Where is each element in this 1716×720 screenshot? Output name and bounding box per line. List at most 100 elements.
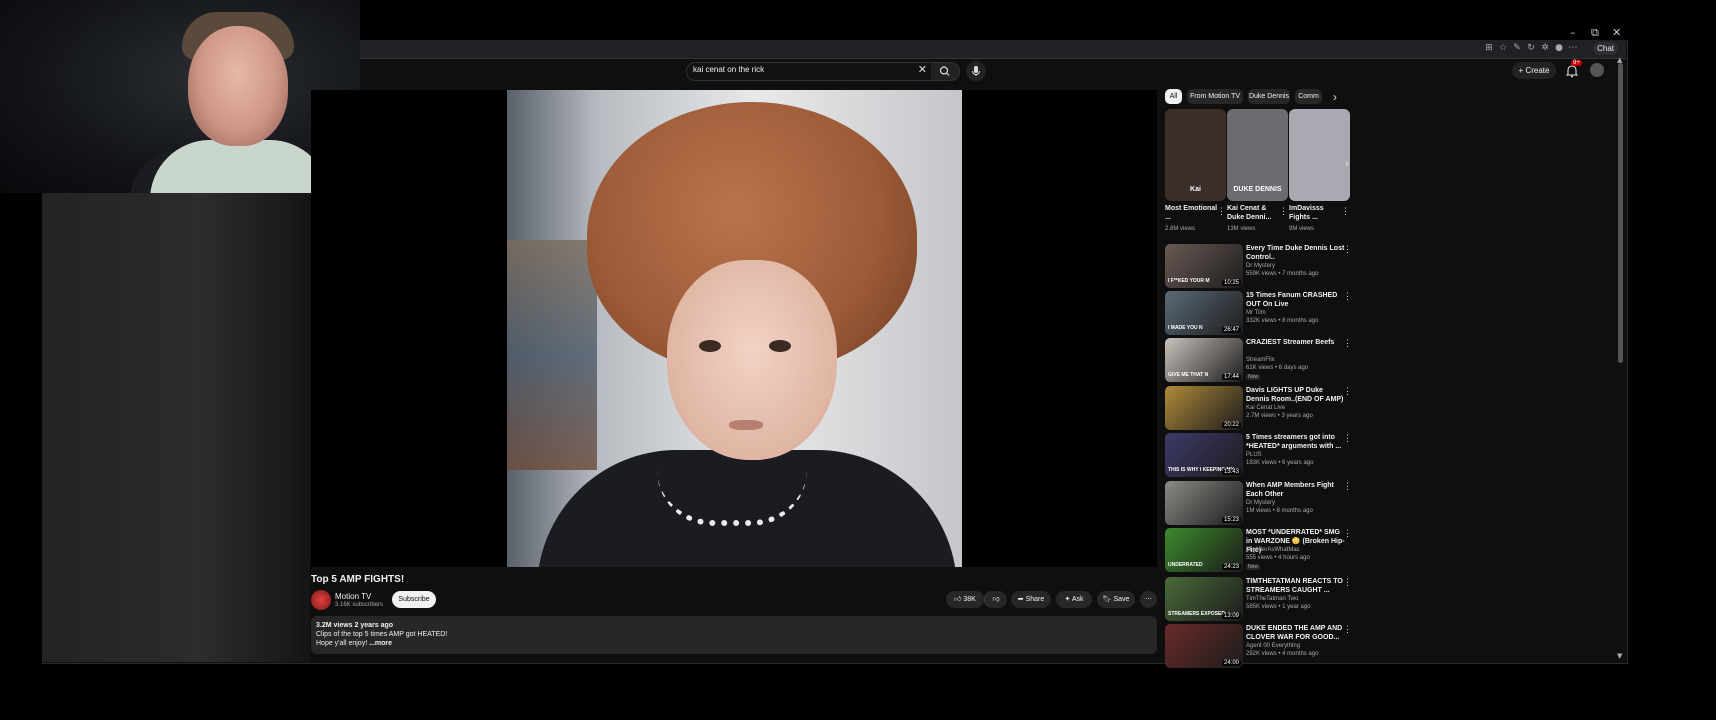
chevron-right-icon[interactable]: ›	[1333, 90, 1337, 104]
video-duration: 13:43	[1221, 469, 1241, 475]
restore-button[interactable]: ⧉	[1591, 26, 1599, 40]
voice-search-button[interactable]	[966, 61, 986, 81]
video-thumbnail[interactable]: I F**KED YOUR M 10:25	[1165, 244, 1243, 288]
save-button[interactable]: 🔖︎ Save	[1097, 591, 1135, 608]
short-title[interactable]: Most Emotional ...	[1165, 204, 1221, 222]
scroll-up-arrow[interactable]: ▲	[1617, 56, 1622, 64]
thumbnail-text: I MADE YOU N	[1168, 325, 1203, 331]
more-vert-icon[interactable]: ⋮	[1217, 206, 1226, 217]
channel-name[interactable]: MightierAsWhatMac	[1246, 547, 1300, 553]
video-thumbnail[interactable]: STREAMERS EXPOSED 13:09	[1165, 577, 1243, 621]
more-vert-icon[interactable]: ⋮	[1343, 481, 1352, 492]
more-link[interactable]: ...more	[369, 640, 392, 647]
recommended-video[interactable]: THIS IS WHY I KEEPING MY 13:43 5 Times s…	[1165, 433, 1357, 477]
account-avatar[interactable]	[1590, 63, 1604, 77]
chip-all[interactable]: All	[1165, 89, 1182, 104]
dislike-icon: 👎︎	[992, 596, 1000, 603]
video-title[interactable]: Davis LIGHTS UP Duke Dennis Room..(END O…	[1246, 386, 1346, 404]
chevron-right-icon[interactable]: ›	[1345, 156, 1349, 170]
clear-search-icon[interactable]: ✕	[918, 63, 927, 76]
recommended-video[interactable]: STREAMERS EXPOSED 13:09 TIMTHETATMAN REA…	[1165, 577, 1357, 621]
subscribe-button[interactable]: Subscribe	[392, 591, 436, 608]
channel-name[interactable]: PLUS	[1246, 452, 1262, 458]
search-input[interactable]: kai cenat on the rick ✕	[686, 62, 932, 81]
channel-avatar[interactable]	[311, 590, 331, 610]
video-title[interactable]: 5 Times streamers got into *HEATED* argu…	[1246, 433, 1346, 451]
channel-name[interactable]: Kai Cenat Live	[1246, 405, 1285, 411]
short-thumbnail[interactable]	[1289, 109, 1350, 201]
recommended-video[interactable]: I MADE YOU N 26:47 15 Times Fanum CRASHE…	[1165, 291, 1357, 335]
close-window-button[interactable]: ✕	[1612, 26, 1621, 39]
more-vert-icon[interactable]: ⋮	[1343, 528, 1352, 539]
share-button[interactable]: ➦ Share	[1011, 591, 1051, 608]
video-title[interactable]: CRAZIEST Streamer Beefs	[1246, 338, 1346, 347]
video-thumbnail[interactable]: I MADE YOU N 26:47	[1165, 291, 1243, 335]
more-vert-icon[interactable]: ⋮	[1341, 206, 1350, 217]
video-title[interactable]: TIMTHETATMAN REACTS TO STREAMERS CAUGHT …	[1246, 577, 1346, 595]
search-button[interactable]	[931, 62, 960, 81]
more-vert-icon[interactable]: ⋮	[1343, 577, 1352, 588]
video-duration: 26:47	[1221, 327, 1241, 333]
more-vert-icon[interactable]: ⋮	[1343, 386, 1352, 397]
like-button[interactable]: 👍︎ 38K	[946, 591, 984, 608]
video-title[interactable]: 15 Times Fanum CRASHED OUT On Live	[1246, 291, 1346, 309]
short-title[interactable]: ImDavisss Fights ...	[1289, 204, 1345, 222]
channel-name[interactable]: StreamFlix	[1246, 357, 1275, 363]
recommended-video[interactable]: I F**KED YOUR M 10:25 Every Time Duke De…	[1165, 244, 1357, 288]
recommended-video[interactable]: 20:22 Davis LIGHTS UP Duke Dennis Room..…	[1165, 386, 1357, 430]
recommended-video[interactable]: GIVE ME THAT N 17:44 CRAZIEST Streamer B…	[1165, 338, 1357, 382]
chip-from-motion-tv[interactable]: From Motion TV	[1187, 89, 1243, 104]
video-thumbnail[interactable]: 24:00	[1165, 624, 1243, 668]
video-thumbnail[interactable]: THIS IS WHY I KEEPING MY 13:43	[1165, 433, 1243, 477]
description-views-date: 3.2M views 2 years ago	[316, 622, 394, 629]
description-more: Hope y'all enjoy! ...more	[316, 640, 392, 647]
chip-duke-dennis[interactable]: Duke Dennis	[1248, 89, 1290, 104]
short-thumbnail[interactable]: DUKE DENNIS	[1227, 109, 1288, 201]
channel-name[interactable]: Agent 00 Everything	[1246, 643, 1300, 649]
minimize-button[interactable]: –	[1570, 26, 1576, 39]
channel-name[interactable]: Motion TV	[335, 592, 371, 601]
more-vert-icon[interactable]: ⋮	[1343, 291, 1352, 302]
more-vert-icon[interactable]: ⋮	[1279, 206, 1288, 217]
short-title[interactable]: Kai Cenat & Duke Denni...	[1227, 204, 1283, 222]
recommended-video[interactable]: 15:23 When AMP Members Fight Each Other …	[1165, 481, 1357, 525]
extension-icon[interactable]: ✎	[1512, 43, 1522, 53]
video-thumbnail[interactable]: 15:23	[1165, 481, 1243, 525]
channel-name[interactable]: TimTheTatman Two	[1246, 596, 1298, 602]
extension-icon[interactable]: ⊞	[1484, 43, 1494, 53]
create-button[interactable]: + Create	[1512, 62, 1556, 79]
ask-button[interactable]: ✦ Ask	[1056, 591, 1092, 608]
channel-name[interactable]: Dr Mystery	[1246, 263, 1275, 269]
more-vert-icon[interactable]: ⋮	[1343, 338, 1352, 349]
profile-chip[interactable]: Chat	[1593, 42, 1618, 55]
video-thumbnail[interactable]: UNDERRATED 24:23	[1165, 528, 1243, 572]
avatar-icon[interactable]: ●	[1554, 43, 1564, 53]
star-icon[interactable]: ☆	[1498, 43, 1508, 53]
channel-name[interactable]: Mr Tilm	[1246, 310, 1266, 316]
recommended-video[interactable]: UNDERRATED 24:23 MOST *UNDERRATED* SMG i…	[1165, 528, 1357, 572]
short-thumbnail[interactable]: Kai	[1165, 109, 1226, 201]
video-thumbnail[interactable]: GIVE ME THAT N 17:44	[1165, 338, 1243, 382]
video-title[interactable]: DUKE ENDED THE AMP AND CLOVER WAR FOR GO…	[1246, 624, 1346, 642]
refresh-icon[interactable]: ↻	[1526, 43, 1536, 53]
video-thumbnail[interactable]: 20:22	[1165, 386, 1243, 430]
scroll-down-arrow[interactable]: ▼	[1617, 652, 1622, 660]
more-vert-icon[interactable]: ⋮	[1343, 624, 1352, 635]
more-vert-icon[interactable]: ⋮	[1343, 244, 1352, 255]
new-badge: New	[1246, 564, 1261, 570]
video-frame[interactable]	[507, 90, 962, 567]
webcam-face	[188, 26, 288, 146]
chip-comm[interactable]: Comm	[1295, 89, 1322, 104]
channel-name[interactable]: Dr Mystery	[1246, 500, 1275, 506]
more-actions-button[interactable]: ⋯	[1140, 591, 1157, 608]
puzzle-icon[interactable]: ✲	[1540, 43, 1550, 53]
video-title[interactable]: When AMP Members Fight Each Other	[1246, 481, 1346, 499]
dislike-button[interactable]: 👎︎	[984, 591, 1007, 608]
video-meta: 332K views • 8 months ago	[1246, 318, 1319, 324]
recommended-video[interactable]: 24:00 DUKE ENDED THE AMP AND CLOVER WAR …	[1165, 624, 1357, 668]
more-vert-icon[interactable]: ⋮	[1343, 433, 1352, 444]
menu-icon[interactable]: ⋯	[1568, 43, 1578, 53]
scrollbar[interactable]	[1618, 63, 1623, 363]
video-title[interactable]: Every Time Duke Dennis Lost Control..	[1246, 244, 1346, 262]
thumbnail-text: I F**KED YOUR M	[1168, 278, 1210, 284]
